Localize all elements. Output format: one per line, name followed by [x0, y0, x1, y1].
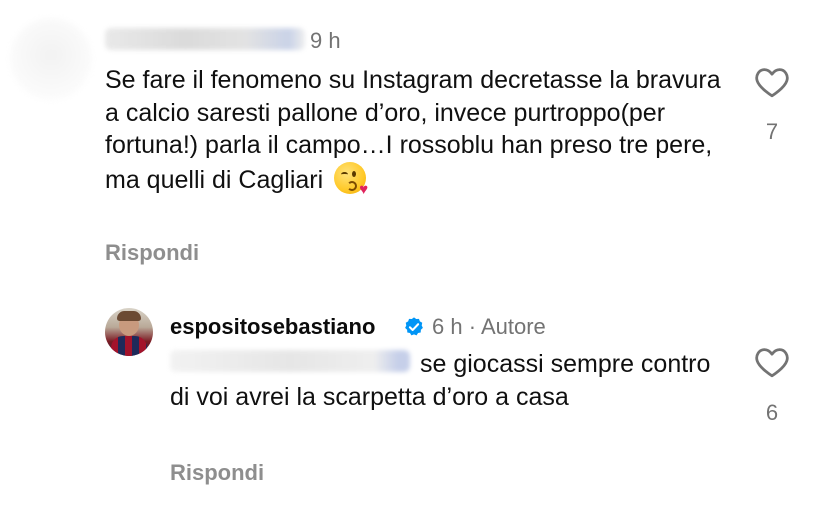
avatar[interactable] — [105, 308, 153, 356]
username[interactable]: espositosebastiano — [170, 314, 375, 340]
comment-body: Se fare il fenomeno su Instagram decreta… — [105, 66, 721, 194]
author-tag: Autore — [480, 314, 546, 339]
verified-badge-icon — [403, 316, 425, 338]
comment-text: se giocassi sempre contro di voi avrei l… — [170, 350, 711, 411]
comment-2: espositosebastiano 6 h · Autore se gioca… — [0, 290, 827, 508]
comment-time: 6 h — [432, 314, 463, 339]
heart-outline-icon[interactable] — [754, 346, 790, 378]
heart-outline-icon[interactable] — [754, 66, 790, 98]
reply-button[interactable]: Rispondi — [105, 240, 199, 266]
reply-button[interactable]: Rispondi — [170, 460, 264, 486]
avatar[interactable] — [10, 18, 92, 100]
comment-meta: 6 h · Autore — [432, 314, 546, 339]
comment-1: 9 h Se fare il fenomeno su Instagram dec… — [0, 0, 827, 290]
kiss-emoji-icon — [334, 161, 368, 197]
like-count: 6 — [765, 400, 779, 425]
comment-text: Se fare il fenomeno su Instagram decreta… — [105, 64, 725, 197]
comment-time: 9 h — [310, 28, 341, 53]
username-redacted — [105, 28, 305, 50]
like-count: 7 — [765, 119, 779, 144]
